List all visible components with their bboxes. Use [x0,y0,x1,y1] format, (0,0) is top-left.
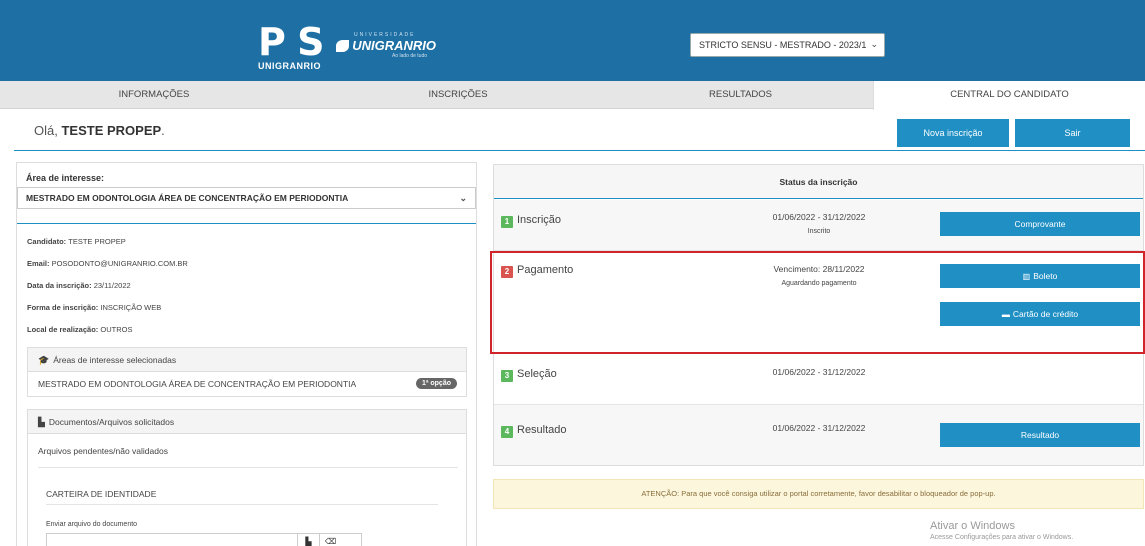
nav-item-informacoes[interactable]: INFORMAÇÕES [0,81,308,109]
step-row-pagamento: 2 Pagamento Vencimento: 28/11/2022 Aguar… [494,251,1143,354]
area-divider [17,223,476,224]
nav-item-central-do-candidato[interactable]: CENTRAL DO CANDIDATO [873,81,1145,110]
step-date: 01/06/2022 - 31/12/2022 [772,367,866,377]
candidate-panel: Área de interesse: MESTRADO EM ODONTOLOG… [16,162,477,546]
documents-title: Documentos/Arquivos solicitados [48,417,175,427]
step-date: Vencimento: 28/11/2022 [773,264,865,274]
step-date: 01/06/2022 - 31/12/2022 [772,423,866,433]
nav-item-inscricoes[interactable]: INSCRIÇÕES [308,81,608,109]
interest-item-label: MESTRADO EM ODONTOLOGIA ÁREA DE CONCENTR… [38,379,357,389]
send-document-label: Enviar arquivo do documento [46,521,138,528]
step-state: Aguardando pagamento [781,280,857,287]
eraser-icon[interactable]: ⌫ [319,534,341,546]
credit-card-icon: ▬ [1001,310,1010,319]
status-title: Status da inscrição [494,165,1143,199]
pos-logo-sub: UNIGRANRIO [258,61,321,71]
program-select-value: STRICTO SENSU - MESTRADO - 2023/1 [699,40,867,50]
area-label: Área de interesse: [26,173,105,183]
credit-card-button[interactable]: ▬ Cartão de crédito [940,302,1140,326]
info-value: OUTROS [100,325,133,334]
program-select[interactable]: STRICTO SENSU - MESTRADO - 2023/1 ⌄ [690,33,885,57]
interests-title: Áreas de interesse selecionadas [53,355,177,365]
documents-box: ▙ Documentos/Arquivos solicitados Arquivo… [27,409,467,546]
step-name: Resultado [517,424,567,436]
step-state: Inscrito [807,228,831,235]
documents-divider [38,467,458,468]
windows-activation-watermark: Ativar o Windows Acesse Configurações pa… [930,520,1073,541]
header-divider [14,150,1145,151]
info-key: Local de realização: [27,325,101,334]
interests-header: 🎓 Áreas de interesse selecionadas [28,348,466,372]
step-row-inscricao: 1 Inscrição 01/06/2022 - 31/12/2022 Insc… [494,200,1143,251]
greeting: Olá, TESTE PROPEP. [34,123,165,138]
boleto-button[interactable]: ▥ Boleto [940,264,1140,288]
unigranrio-swoosh-icon [336,39,350,52]
unigranrio-logo-slogan: Ao lado de tudo [392,53,428,59]
step-number: 1 [501,216,513,228]
windows-watermark-subtitle: Acesse Configurações para ativar o Windo… [930,534,1074,541]
step-name: Seleção [517,368,557,380]
info-email: Email: POSODONTO@UNIGRANRIO.COM.BR [27,259,188,268]
pos-unigranrio-logo[interactable]: P S UNIGRANRIO [258,20,328,74]
document-file-input[interactable]: ▙ ⌫ [46,533,362,546]
step-row-selecao: 3 Seleção 01/06/2022 - 31/12/2022 [494,354,1143,405]
info-date: Data da inscrição: 23/11/2022 [27,281,131,290]
document-divider [46,504,438,505]
exit-button[interactable]: Sair [1015,119,1130,147]
nav-item-resultados[interactable]: RESULTADOS [608,81,873,109]
info-key: Candidato: [27,237,69,246]
chevron-down-icon: ⌄ [459,193,467,203]
info-key: Email: [27,259,52,268]
info-location: Local de realização: OUTROS [27,325,132,334]
new-inscription-button[interactable]: Nova inscrição [897,119,1009,147]
step-name: Pagamento [517,264,574,276]
credit-card-button-label: Cartão de crédito [1012,309,1079,319]
greeting-prefix: Olá, [34,123,62,138]
file-icon[interactable]: ▙ [297,534,319,546]
area-select-value: MESTRADO EM ODONTOLOGIA ÁREA DE CONCENTR… [26,193,349,203]
unigranrio-logo[interactable]: UNIVERSIDADE UNIGRANRIO Ao lado de tudo [336,32,436,60]
boleto-button-label: Boleto [1033,271,1058,281]
interest-item: MESTRADO EM ODONTOLOGIA ÁREA DE CONCENTR… [28,372,466,396]
info-key: Data da inscrição: [27,281,94,290]
document-name: CARTEIRA DE IDENTIDADE [46,489,157,499]
step-number: 2 [501,266,513,278]
pending-files-label: Arquivos pendentes/não validados [38,446,168,456]
step-date: 01/06/2022 - 31/12/2022 [772,212,866,222]
step-number: 3 [501,370,513,382]
interests-box: 🎓 Áreas de interesse selecionadas MESTRAD… [27,347,467,397]
status-panel: Status da inscrição 1 Inscrição 01/06/20… [493,164,1144,466]
info-value: INSCRIÇÃO WEB [100,303,162,312]
area-select[interactable]: MESTRADO EM ODONTOLOGIA ÁREA DE CONCENTR… [17,187,476,209]
greeting-suffix: . [161,123,165,138]
step-number: 4 [501,426,513,438]
pos-logo-text: P S [258,20,324,64]
unigranrio-logo-name: UNIGRANRIO [352,38,436,53]
info-value: POSODONTO@UNIGRANRIO.COM.BR [51,259,188,268]
documents-header: ▙ Documentos/Arquivos solicitados [28,410,466,434]
unigranrio-logo-name-row: UNIGRANRIO [336,38,436,53]
graduation-cap-icon: 🎓 [38,355,50,365]
step-name: Inscrição [517,214,562,226]
windows-watermark-title: Ativar o Windows [930,520,1015,532]
greeting-name: TESTE PROPEP [61,123,162,138]
chevron-down-icon: ⌄ [870,39,878,49]
step-row-resultado: 4 Resultado 01/06/2022 - 31/12/2022 Resu… [494,405,1143,465]
main-nav: INFORMAÇÕES INSCRIÇÕES RESULTADOS CENTRA… [0,81,1145,110]
info-form: Forma de inscrição: INSCRIÇÃO WEB [27,303,161,312]
file-icon: ▙ [38,417,45,427]
info-key: Forma de inscrição: [27,303,101,312]
option-badge: 1ª opção [415,378,457,389]
info-value: TESTE PROPEP [68,237,126,246]
result-button[interactable]: Resultado [940,423,1140,447]
site-header: P S UNIGRANRIO UNIVERSIDADE UNIGRANRIO A… [0,0,1145,81]
receipt-button[interactable]: Comprovante [940,212,1140,236]
info-candidate: Candidato: TESTE PROPEP [27,237,126,246]
popup-warning-alert: ATENÇÃO: Para que você consiga utilizar … [493,479,1144,509]
info-value: 23/11/2022 [93,281,131,290]
barcode-icon: ▥ [1022,272,1031,281]
